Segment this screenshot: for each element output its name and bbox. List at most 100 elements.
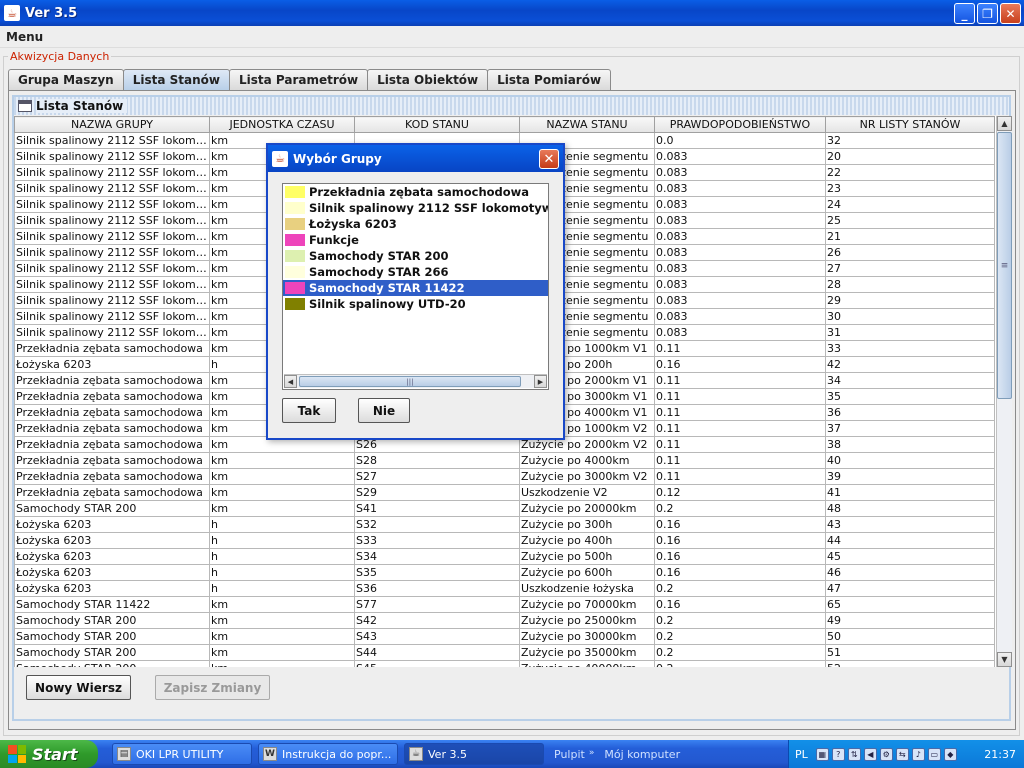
table-cell[interactable]: S42 <box>354 612 520 629</box>
table-cell[interactable]: S35 <box>354 564 520 581</box>
table-cell[interactable]: S77 <box>354 596 520 613</box>
yes-button[interactable]: Tak <box>282 398 336 423</box>
table-cell[interactable]: 35 <box>825 388 995 405</box>
table-cell[interactable]: 26 <box>825 244 995 261</box>
group-list-item[interactable]: Łożyska 6203 <box>283 216 548 232</box>
table-cell[interactable]: 28 <box>825 276 995 293</box>
table-row[interactable]: Łożyska 6203 h S36 Uszkodzenie łożyska 0.2 47 <box>14 580 995 597</box>
gear-icon[interactable]: ⚙ <box>879 747 893 761</box>
restore-icon[interactable]: ❐ <box>977 3 998 24</box>
table-row[interactable]: Samochody STAR 11422 km S77 Zużycie po 7000… <box>14 596 995 613</box>
table-cell[interactable]: 0.0 <box>654 132 826 149</box>
table-cell[interactable]: S29 <box>354 484 520 501</box>
table-cell[interactable]: Zużycie po 4000km <box>519 452 655 469</box>
table-cell[interactable]: Samochody STAR 200 <box>14 628 210 645</box>
tab-lista-parametrow[interactable]: Lista Parametrów <box>228 69 369 90</box>
table-cell[interactable]: Zużycie po 70000km <box>519 596 655 613</box>
dialog-close-icon[interactable]: ✕ <box>539 149 559 169</box>
table-cell[interactable]: 0.16 <box>654 548 826 565</box>
table-cell[interactable]: km <box>209 468 355 485</box>
table-cell[interactable]: h <box>209 548 355 565</box>
table-cell[interactable]: 0.083 <box>654 276 826 293</box>
table-cell[interactable]: 0.083 <box>654 180 826 197</box>
table-cell[interactable]: 45 <box>825 548 995 565</box>
column-header[interactable]: NAZWA GRUPY <box>14 116 210 133</box>
table-cell[interactable]: 24 <box>825 196 995 213</box>
group-list-item[interactable]: Samochody STAR 200 <box>283 248 548 264</box>
table-cell[interactable]: 31 <box>825 324 995 341</box>
table-cell[interactable]: Zużycie po 400h <box>519 532 655 549</box>
table-row[interactable]: Łożyska 6203 h S35 Zużycie po 600h 0.16 46 <box>14 564 995 581</box>
table-row[interactable]: Samochody STAR 200 km S43 Zużycie po 30000k… <box>14 628 995 645</box>
table-cell[interactable]: S44 <box>354 644 520 661</box>
table-cell[interactable]: 42 <box>825 356 995 373</box>
table-row[interactable]: Łożyska 6203 h S32 Zużycie po 300h 0.16 43 <box>14 516 995 533</box>
taskbar-item-ver35[interactable]: ☕ Ver 3.5 <box>404 743 544 765</box>
minimize-icon[interactable]: _ <box>954 3 975 24</box>
table-cell[interactable]: 0.083 <box>654 324 826 341</box>
table-cell[interactable]: Samochody STAR 200 <box>14 644 210 661</box>
no-button[interactable]: Nie <box>358 398 410 423</box>
table-cell[interactable]: Zużycie po 3000km V2 <box>519 468 655 485</box>
table-cell[interactable]: Zużycie po 35000km <box>519 644 655 661</box>
group-list-item[interactable]: Funkcje <box>283 232 548 248</box>
scroll-thumb[interactable]: ≡ <box>997 132 1012 399</box>
table-cell[interactable]: 0.083 <box>654 164 826 181</box>
column-header[interactable]: PRAWDOPODOBIEŃSTWO <box>654 116 826 133</box>
table-cell[interactable]: Silnik spalinowy 2112 SSF lokomotywy SP4… <box>14 212 210 229</box>
table-cell[interactable]: Zużycie po 300h <box>519 516 655 533</box>
table-row[interactable]: Przekładnia zębata samochodowa km S28 Zużyc… <box>14 452 995 469</box>
table-cell[interactable]: 0.11 <box>654 404 826 421</box>
table-cell[interactable]: Zużycie po 30000km <box>519 628 655 645</box>
table-cell[interactable]: Łożyska 6203 <box>14 532 210 549</box>
table-cell[interactable]: 0.2 <box>654 500 826 517</box>
table-cell[interactable]: km <box>209 644 355 661</box>
table-cell[interactable]: S34 <box>354 548 520 565</box>
tab-grupa-maszyn[interactable]: Grupa Maszyn <box>8 69 124 90</box>
table-cell[interactable]: 0.083 <box>654 244 826 261</box>
arrows-icon[interactable]: ⇅ <box>847 747 861 761</box>
table-cell[interactable]: 0.16 <box>654 516 826 533</box>
table-cell[interactable]: 23 <box>825 180 995 197</box>
table-cell[interactable]: 25 <box>825 212 995 229</box>
table-cell[interactable]: Zużycie po 25000km <box>519 612 655 629</box>
column-header[interactable]: JEDNOSTKA CZASU <box>209 116 355 133</box>
table-cell[interactable]: S32 <box>354 516 520 533</box>
menu-item-menu[interactable]: Menu <box>6 30 43 44</box>
table-cell[interactable]: 36 <box>825 404 995 421</box>
table-cell[interactable]: 0.2 <box>654 660 826 667</box>
table-cell[interactable]: Przekładnia zębata samochodowa <box>14 420 210 437</box>
table-cell[interactable]: km <box>209 596 355 613</box>
table-cell[interactable]: 0.083 <box>654 196 826 213</box>
network-icon[interactable]: ⇆ <box>895 747 909 761</box>
group-list-item[interactable]: Silnik spalinowy 2112 SSF lokomotywy SP4… <box>283 200 548 216</box>
table-cell[interactable]: Silnik spalinowy 2112 SSF lokomotywy SP4… <box>14 276 210 293</box>
table-cell[interactable]: 51 <box>825 644 995 661</box>
column-header[interactable]: NR LISTY STANÓW <box>825 116 995 133</box>
table-row[interactable]: Łożyska 6203 h S34 Zużycie po 500h 0.16 45 <box>14 548 995 565</box>
dialog-titlebar[interactable]: ☕ Wybór Grupy <box>268 145 563 172</box>
table-cell[interactable]: Silnik spalinowy 2112 SSF lokomotywy SP4… <box>14 292 210 309</box>
table-cell[interactable]: 49 <box>825 612 995 629</box>
table-cell[interactable]: S33 <box>354 532 520 549</box>
table-cell[interactable]: Samochody STAR 200 <box>14 500 210 517</box>
table-cell[interactable]: Samochody STAR 11422 <box>14 596 210 613</box>
taskbar-item-oki[interactable]: ▤ OKI LPR UTILITY <box>112 743 252 765</box>
toolbar-link-moj-komputer[interactable]: Mój komputer <box>604 748 680 761</box>
table-cell[interactable]: h <box>209 564 355 581</box>
table-cell[interactable]: Silnik spalinowy 2112 SSF lokomotywy SP4… <box>14 196 210 213</box>
table-cell[interactable]: Łożyska 6203 <box>14 580 210 597</box>
table-cell[interactable]: Łożyska 6203 <box>14 548 210 565</box>
table-cell[interactable]: Zużycie po 600h <box>519 564 655 581</box>
table-cell[interactable]: km <box>209 452 355 469</box>
table-row[interactable]: Samochody STAR 200 km S44 Zużycie po 35000k… <box>14 644 995 661</box>
new-row-button[interactable]: Nowy Wiersz <box>26 675 131 700</box>
table-cell[interactable]: Uszkodzenie łożyska <box>519 580 655 597</box>
language-indicator[interactable]: PL <box>795 748 808 761</box>
table-row[interactable]: Samochody STAR 200kmS45Zużycie po 40000k… <box>14 660 995 667</box>
scroll-thumb[interactable]: ||| <box>299 376 521 387</box>
column-header[interactable]: NAZWA STANU <box>519 116 655 133</box>
table-cell[interactable]: 0.11 <box>654 340 826 357</box>
table-cell[interactable]: Samochody STAR 200 <box>14 660 210 667</box>
table-cell[interactable]: S45 <box>354 660 520 667</box>
